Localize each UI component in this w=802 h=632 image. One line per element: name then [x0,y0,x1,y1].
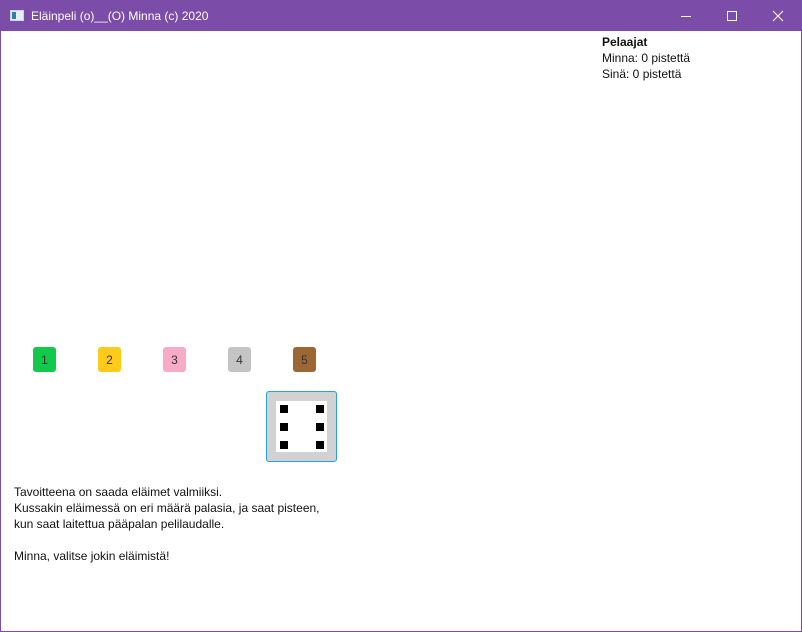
animal-button-4[interactable]: 4 [228,347,251,372]
animal-button-5[interactable]: 5 [293,347,316,372]
dice-button[interactable] [266,391,337,462]
dice-pip [280,441,288,449]
maximize-icon [727,11,737,21]
dice-pip [280,405,288,413]
window-title: Eläinpeli (o)__(O) Minna (c) 2020 [31,9,209,23]
minimize-icon [681,16,691,17]
close-button[interactable] [755,1,801,31]
instruction-line: kun saat laitettua pääpalan pelilaudalle… [14,517,225,531]
close-icon [772,10,784,22]
animal-button-1[interactable]: 1 [33,347,56,372]
player-score-minna: Minna: 0 pistettä [602,51,691,65]
instruction-line: Kussakin eläimessä on eri määrä palasia,… [14,501,320,515]
animal-button-2[interactable]: 2 [98,347,121,372]
dice-pip [280,423,288,431]
players-heading: Pelaajat [602,35,648,49]
instructions-text: Tavoitteena on saada eläimet valmiiksi. … [14,484,320,564]
dice-pip [316,441,324,449]
animal-button-3[interactable]: 3 [163,347,186,372]
minimize-button[interactable] [663,1,709,31]
title-bar[interactable]: Eläinpeli (o)__(O) Minna (c) 2020 [1,1,801,31]
app-window: Eläinpeli (o)__(O) Minna (c) 2020 Pelaaj… [0,0,802,632]
app-icon [10,10,24,21]
maximize-button[interactable] [709,1,755,31]
turn-prompt: Minna, valitse jokin eläimistä! [14,549,170,563]
dice-pip [316,405,324,413]
dice-pip [316,423,324,431]
player-score-you: Sinä: 0 pistettä [602,67,682,81]
players-panel: Pelaajat Minna: 0 pistettä Sinä: 0 piste… [602,34,690,82]
dice-six-icon [276,401,327,452]
instruction-line: Tavoitteena on saada eläimet valmiiksi. [14,485,223,499]
